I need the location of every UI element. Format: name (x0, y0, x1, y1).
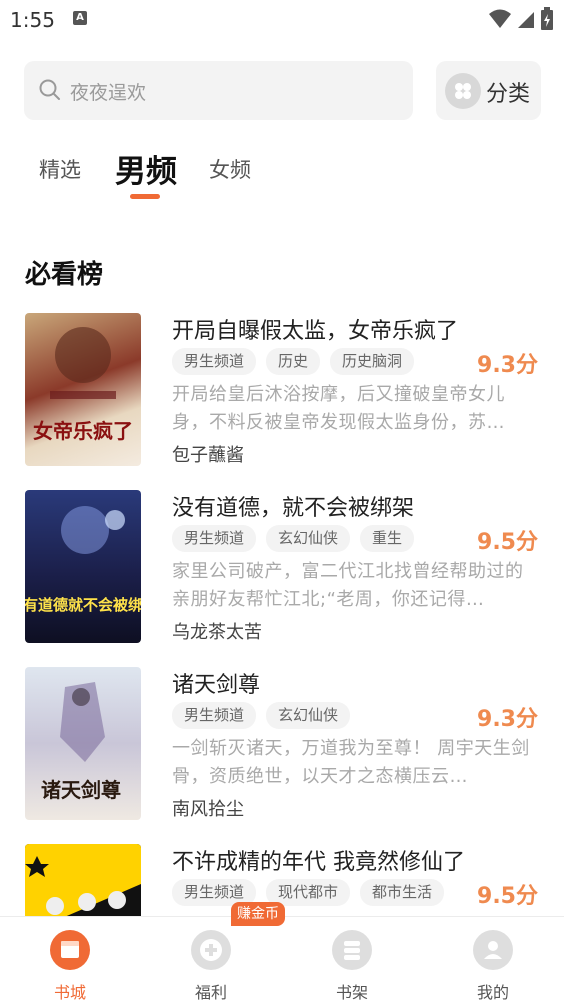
tag-list: 男生频道 玄幻仙侠 (172, 702, 351, 729)
tag: 玄幻仙侠 (266, 525, 351, 552)
book-author: 南风拾尘 (172, 799, 244, 820)
tag-list: 男生频道 玄幻仙侠 重生 (172, 525, 415, 552)
status-time: 1:55 (10, 8, 55, 32)
tag: 历史脑洞 (330, 348, 415, 375)
tag-list: 男生频道 现代都市 都市生活 (172, 879, 445, 906)
book-author: 包子蘸酱 (172, 445, 244, 466)
list-item[interactable]: 诸天剑尊 诸天剑尊 男生频道 玄幻仙侠 9.3分 一剑斩灭诸天，万道我为至尊！ … (25, 667, 545, 822)
nav-label: 书架 (335, 983, 368, 1002)
category-button[interactable]: 分类 (436, 61, 541, 120)
book-score: 9.5分 (477, 530, 538, 555)
nav-label: 福利 (194, 983, 227, 1002)
tag: 都市生活 (360, 879, 445, 906)
book-cover[interactable]: 女帝乐疯了 (25, 313, 141, 466)
cover-title: 没有道德就不会被绑架 (25, 596, 141, 614)
status-icons (488, 7, 554, 31)
book-title: 开局自曝假太监，女帝乐疯了 (172, 319, 459, 344)
search-input[interactable]: 夜夜逞欢 (24, 61, 413, 120)
nav-welfare[interactable]: 福利 (161, 917, 261, 1002)
tab-featured[interactable]: 精选 (39, 154, 81, 184)
book-title: 诸天剑尊 (172, 673, 261, 698)
category-icon (445, 73, 481, 109)
book-score: 9.5分 (477, 884, 538, 909)
tag: 男生频道 (172, 348, 257, 375)
list-item[interactable]: 女帝乐疯了 开局自曝假太监，女帝乐疯了 男生频道 历史 历史脑洞 9.3分 开局… (25, 313, 545, 468)
cover-title: 诸天剑尊 (41, 778, 121, 802)
nav-bookstore[interactable]: 书城 (20, 917, 120, 1002)
tag-list: 男生频道 历史 历史脑洞 (172, 348, 415, 375)
nav-profile[interactable]: 我的 (443, 917, 543, 1002)
user-icon (473, 930, 513, 970)
tag: 男生频道 (172, 525, 257, 552)
book-description: 一剑斩灭诸天，万道我为至尊！ 周宇天生剑骨，资质绝世，以天才之态横压云… (172, 738, 530, 787)
battery-icon (541, 7, 553, 30)
earn-coins-badge[interactable]: 赚金币 (231, 902, 285, 926)
signal-icon (518, 12, 534, 28)
tag: 男生频道 (172, 702, 257, 729)
tag: 玄幻仙侠 (266, 702, 351, 729)
book-cover[interactable]: 没有道德就不会被绑架 (25, 490, 141, 643)
tab-female[interactable]: 女频 (209, 154, 251, 184)
gift-icon (191, 930, 231, 970)
bottom-nav: 书城 福利 书架 我的 (0, 916, 564, 1002)
tab-active-indicator (130, 194, 160, 199)
tab-male[interactable]: 男频 (115, 146, 177, 191)
book-description: 开局给皇后沐浴按摩，后又撞破皇帝女儿身，不料反被皇帝发现假太监身份，苏… (172, 384, 505, 433)
book-title: 没有道德，就不会被绑架 (172, 496, 415, 521)
book-description: 家里公司破产，富二代江北找曾经帮助过的亲朋好友帮忙江北;“老周，你还记得… (172, 561, 524, 610)
cover-title: 女帝乐疯了 (33, 419, 133, 443)
bookstore-icon (50, 930, 90, 970)
category-label: 分类 (486, 82, 531, 107)
book-author: 乌龙茶太苦 (172, 622, 262, 643)
search-icon (39, 79, 60, 100)
book-cover[interactable]: 诸天剑尊 (25, 667, 141, 820)
book-title: 不许成精的年代 我竟然修仙了 (172, 850, 465, 875)
nav-label: 书城 (53, 983, 86, 1002)
book-score: 9.3分 (477, 707, 538, 732)
section-title: 必看榜 (25, 260, 104, 290)
wifi-icon (489, 9, 511, 28)
nav-bookshelf[interactable]: 书架 (302, 917, 402, 1002)
list-item[interactable]: 没有道德就不会被绑架 没有道德，就不会被绑架 男生频道 玄幻仙侠 重生 9.5分… (25, 490, 545, 645)
nav-label: 我的 (476, 983, 509, 1002)
book-cover[interactable] (25, 844, 141, 916)
notification-icon: A (73, 11, 87, 25)
status-bar: 1:55 A (0, 0, 564, 40)
tag: 历史 (266, 348, 321, 375)
book-score: 9.3分 (477, 353, 538, 378)
list-item[interactable]: 不许成精的年代 我竟然修仙了 男生频道 现代都市 都市生活 9.5分 (25, 844, 545, 916)
tag: 重生 (360, 525, 415, 552)
bookshelf-icon (332, 930, 372, 970)
search-placeholder: 夜夜逞欢 (70, 82, 147, 104)
